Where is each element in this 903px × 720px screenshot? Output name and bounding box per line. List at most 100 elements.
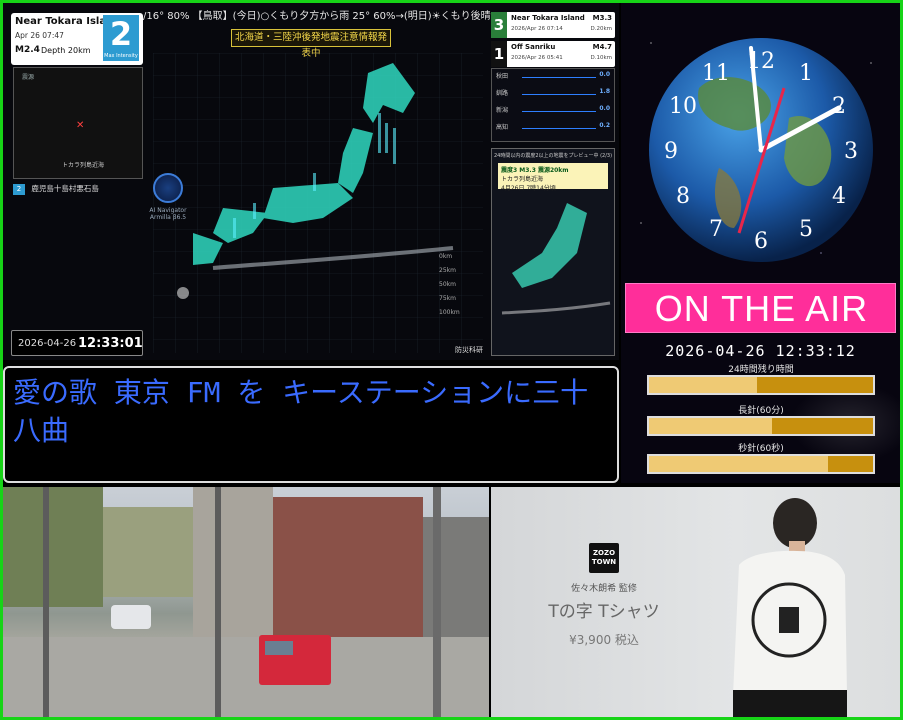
quake-magnitude: M2.4 — [15, 45, 40, 55]
recent-quake-mag: M3.3 — [592, 14, 612, 22]
waveform-station: 新潟 — [496, 107, 509, 114]
ad-product-name: Tの字 Tシャツ — [548, 602, 660, 622]
preview-title: 震度3 M3.3 震源20km — [501, 167, 569, 174]
fire-truck — [259, 635, 331, 685]
recent-quake-item: 3 Near Tokara Island M3.3 2026/Apr 26 07… — [491, 12, 615, 38]
earth-analog-clock: 121234567891011 — [649, 38, 873, 262]
recent-quake-date: 2026/Apr 26 05:41 — [511, 55, 563, 61]
preview-place: トカラ列島近海 — [501, 176, 544, 183]
recent-quake-name: Off Sanriku — [511, 43, 556, 51]
waveform-line — [522, 77, 596, 78]
song-caption-box: 愛の歌 東京 FM を キーステーションに三十八曲 — [3, 366, 619, 483]
waveform-panel: 秋田 0.0 釧路 1.8 新潟 0.0 高知 0.2 — [491, 68, 615, 142]
epicenter-marker-icon: ✕ — [76, 120, 85, 131]
preview-card: 震度3 M3.3 震源20km トカラ列島近海 4月26日 7時14分頃 — [498, 163, 608, 192]
second-progress-fill — [649, 456, 829, 472]
zozotown-ad: ZOZO TOWN 佐々木朗希 監修 Tの字 Tシャツ ¥3,900 税込 — [491, 487, 900, 717]
station-name: 鹿児島十島村悪石島 — [31, 184, 99, 193]
second-progress-bar — [647, 454, 875, 474]
station-intensity-badge: 2 — [13, 184, 25, 195]
clock-number: 10 — [669, 94, 697, 119]
japan-seismic-map — [153, 53, 483, 353]
on-air-text: ON THE AIR — [654, 288, 869, 329]
credit-label: 防災科研 — [455, 346, 483, 354]
waveform-row: 釧路 1.8 — [492, 86, 614, 103]
model-in-tshirt — [733, 498, 847, 717]
minimap-island-name: トカラ列島近海 — [62, 162, 105, 169]
remaining-24h-fill — [649, 377, 757, 393]
epicenter-minimap: 震源 ✕ トカラ列島近海 — [13, 67, 143, 179]
depth-tick: 100km — [439, 309, 460, 316]
intensity-label: Max Intensity — [104, 53, 138, 59]
recent-quakes-list: 3 Near Tokara Island M3.3 2026/Apr 26 07… — [491, 12, 615, 70]
intensity-badge: 2 Max Intensity — [103, 15, 139, 61]
clock-number: 4 — [832, 184, 846, 209]
waveform-value: 0.2 — [599, 122, 610, 129]
waveform-line — [522, 111, 596, 112]
clock-panel: 121234567891011 ON THE AIR 2026-04-26 12… — [621, 3, 900, 483]
minute-hand-label: 長針(60分) — [738, 406, 784, 416]
quake-date: Apr 26 07:47 — [15, 31, 64, 40]
ai-navigator: AI Navigator Armilla β6.5 — [143, 173, 193, 221]
recent-quake-depth: D.10km — [590, 55, 612, 61]
weather-ticker: /16° 80% 【鳥取】(今日)○くもり夕方から雨 25° 60%→(明日)☀… — [143, 11, 493, 22]
second-hand-label: 秒針(60秒) — [738, 444, 784, 454]
clock-number: 1 — [799, 61, 813, 86]
depth-tick: 50km — [439, 281, 456, 288]
zozotown-logo: ZOZO TOWN — [589, 543, 619, 573]
waveform-station: 釧路 — [496, 90, 509, 97]
waveform-station: 高知 — [496, 124, 509, 131]
preview-header: 24時間以内の震度2以上の地震をプレビュー中 (2/3) — [493, 153, 613, 159]
song-caption-text: 愛の歌 東京 FM を キーステーションに三十八曲 — [13, 376, 589, 447]
minimap-label: 震源 — [22, 74, 35, 81]
recent-quake-mag: M4.7 — [592, 43, 612, 51]
road — [3, 637, 489, 717]
intensity-value: 2 — [109, 15, 133, 53]
trees — [3, 487, 103, 607]
monitor-date: 2026-04-26 — [18, 338, 77, 349]
preview-time: 4月26日 7時14分頃 — [501, 185, 556, 192]
clock-timestamp: 2026-04-26 12:33:12 — [665, 342, 856, 360]
utility-pole — [43, 487, 49, 717]
earthquake-monitor-panel: /16° 80% 【鳥取】(今日)○くもり夕方から雨 25° 60%→(明日)☀… — [3, 3, 619, 360]
latest-quake-card: Near Tokara Isla Apr 26 07:47 M2.4 Depth… — [11, 13, 143, 65]
monitor-clock: 2026-04-26 12:33:01 — [11, 330, 143, 356]
quake-depth: Depth 20km — [41, 46, 91, 55]
building — [193, 487, 273, 647]
recent-quake-rank: 1 — [491, 41, 507, 67]
clock-number: 5 — [799, 217, 813, 242]
recent-quake-name: Near Tokara Island — [511, 14, 585, 22]
ad-supervisor: 佐々木朗希 監修 — [571, 584, 637, 594]
quake-place: Near Tokara Isla — [15, 16, 107, 27]
clock-number: 9 — [664, 139, 678, 164]
waveform-row: 秋田 0.0 — [492, 69, 614, 86]
on-air-sign: ON THE AIR — [625, 283, 896, 333]
recent-quake-depth: D.20km — [590, 26, 612, 32]
waveform-row: 高知 0.2 — [492, 120, 614, 137]
clock-number: 8 — [676, 184, 690, 209]
recent-quake-item: 1 Off Sanriku M4.7 2026/Apr 26 05:41 D.1… — [491, 41, 615, 67]
recent-quake-rank: 3 — [491, 12, 507, 38]
remaining-24h-bar — [647, 375, 875, 395]
minute-progress-fill — [649, 418, 773, 434]
monitor-time: 12:33:01 — [78, 336, 143, 351]
waveform-value: 0.0 — [599, 105, 610, 112]
clock-number: 6 — [754, 229, 768, 254]
waveform-value: 1.8 — [599, 88, 610, 95]
ad-price: ¥3,900 税込 — [569, 633, 639, 647]
depth-scale: 0km 25km 50km 75km 100km — [439, 253, 469, 323]
waveform-line — [522, 94, 596, 95]
warning-banner: 北海道・三陸沖後発地震注意情報発表中 — [231, 29, 391, 59]
building — [103, 507, 193, 597]
waveform-station: 秋田 — [496, 73, 509, 80]
waveform-row: 新潟 0.0 — [492, 103, 614, 120]
clock-number: 3 — [844, 139, 858, 164]
depth-tick: 75km — [439, 295, 456, 302]
street-camera-view — [3, 487, 489, 717]
remaining-24h-label: 24時間残り時間 — [728, 365, 794, 375]
depth-tick: 25km — [439, 267, 456, 274]
minute-progress-bar — [647, 416, 875, 436]
clock-number: 7 — [709, 217, 723, 242]
waveform-value: 0.0 — [599, 71, 610, 78]
ai-navigator-label: AI Navigator Armilla β6.5 — [149, 207, 187, 221]
